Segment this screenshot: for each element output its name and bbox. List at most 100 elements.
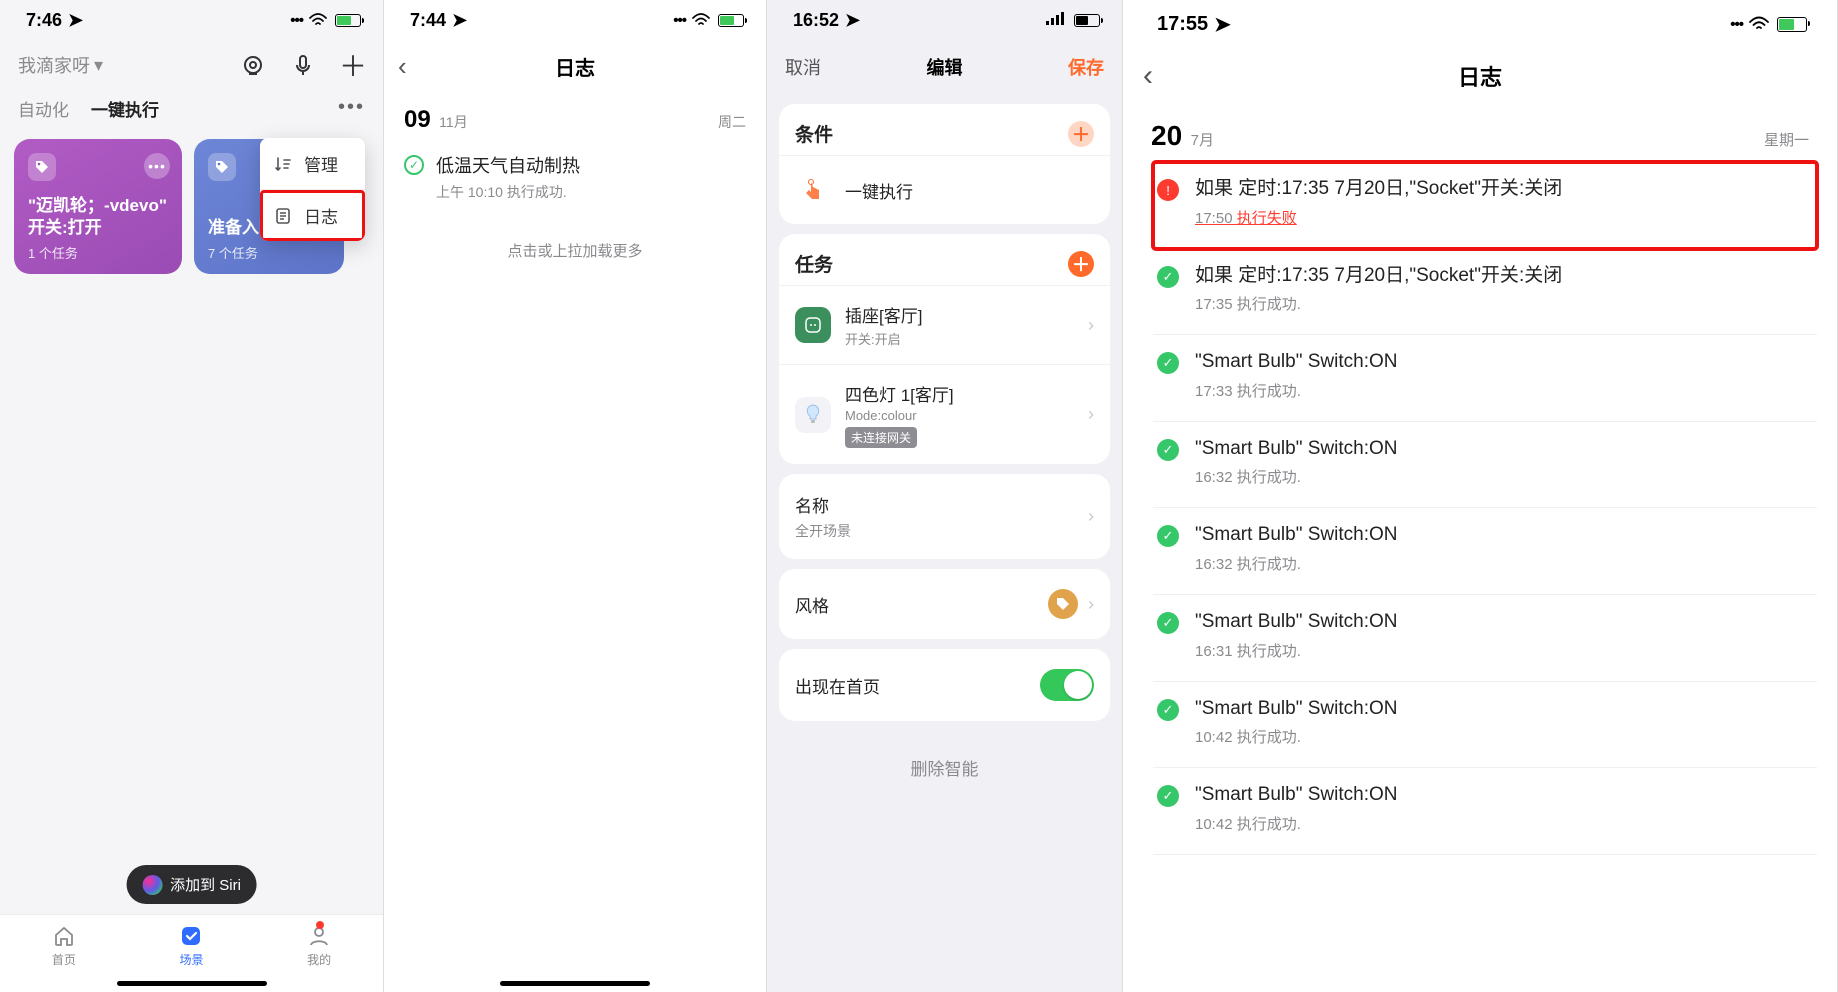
section-title: 条件	[795, 120, 833, 147]
home-select[interactable]: 我滴家呀 ▾	[18, 52, 103, 78]
clock: 7:44	[410, 10, 446, 31]
back-icon[interactable]: ‹	[398, 51, 407, 82]
socket-icon	[795, 307, 831, 343]
back-icon[interactable]: ‹	[1143, 59, 1153, 93]
log-row[interactable]: ✓"Smart Bulb" Switch:ON17:33 执行成功.	[1153, 335, 1817, 422]
add-condition-icon[interactable]: ＋	[1068, 121, 1094, 147]
scene-card-sub: 1 个任务	[28, 243, 168, 262]
delete-button[interactable]: 删除智能	[767, 731, 1122, 804]
mic-icon[interactable]	[291, 53, 315, 77]
status-bar: 17:55 ➤ •••	[1123, 0, 1837, 48]
log-row[interactable]: ✓如果 定时:17:35 7月20日,"Socket"开关:关闭17:35 执行…	[1153, 249, 1817, 336]
status-time: 7:44 ➤	[410, 10, 467, 31]
log-body: "Smart Bulb" Switch:ON16:31 执行成功.	[1195, 609, 1813, 661]
tab-one-tap[interactable]: 一键执行	[91, 96, 159, 121]
tabbar-label: 场景	[179, 951, 203, 968]
log-row[interactable]: ✓"Smart Bulb" Switch:ON10:42 执行成功.	[1153, 768, 1817, 855]
date-day: 20	[1151, 120, 1182, 151]
status-bar: 16:52 ➤	[767, 0, 1122, 40]
tabbar-scene[interactable]: 场景	[178, 923, 204, 968]
save-button[interactable]: 保存	[1068, 54, 1104, 80]
task-body: 插座[客厅] 开关:开启	[845, 302, 1074, 348]
log-title: "Smart Bulb" Switch:ON	[1195, 436, 1813, 463]
log-result: 执行成功.	[1237, 729, 1301, 746]
log-row[interactable]: ✓"Smart Bulb" Switch:ON10:42 执行成功.	[1153, 682, 1817, 769]
task-row[interactable]: 插座[客厅] 开关:开启 ›	[779, 285, 1110, 364]
screen-scenes-home: 7:46 ➤ ••• 我滴家呀 ▾ ＋ 自动化 一键执行 •••	[0, 0, 384, 992]
show-on-home-row: 出现在首页	[779, 649, 1110, 721]
date-left: 20 7月	[1151, 120, 1214, 152]
home-indicator[interactable]	[117, 981, 267, 986]
log-sub: 17:50 执行失败	[1195, 207, 1813, 228]
success-icon: ✓	[1157, 266, 1179, 288]
popover-log[interactable]: 日志	[260, 190, 365, 241]
log-result: 执行成功.	[1237, 383, 1301, 400]
clock: 7:46	[26, 10, 62, 31]
toggle-switch[interactable]	[1040, 669, 1094, 701]
wifi-icon	[1749, 16, 1769, 32]
condition-row[interactable]: 一键执行	[779, 155, 1110, 224]
siri-icon	[142, 875, 162, 895]
tabbar-home[interactable]: 首页	[51, 923, 77, 968]
log-sub: 上午 10:10 执行成功.	[436, 182, 580, 202]
home-select-row: 我滴家呀 ▾ ＋	[0, 40, 383, 86]
name-row[interactable]: 名称 全开场景 ›	[779, 474, 1110, 559]
date-month: 11月	[439, 114, 468, 130]
success-icon: ✓	[1157, 612, 1179, 634]
scene-icon	[178, 923, 204, 949]
log-row[interactable]: !如果 定时:17:35 7月20日,"Socket"开关:关闭17:50 执行…	[1153, 162, 1817, 249]
success-icon: ✓	[1157, 525, 1179, 547]
scene-card[interactable]: ••• "迈凯轮；-vdevo" 开关:打开 1 个任务	[14, 139, 182, 274]
tabbar-me[interactable]: 我的	[306, 923, 332, 968]
date-header: 20 7月 星期一	[1123, 104, 1837, 162]
status-right	[1046, 12, 1100, 29]
log-result: 执行成功.	[1237, 643, 1301, 660]
battery-icon	[718, 14, 744, 27]
card-menu-icon[interactable]: •••	[144, 153, 170, 179]
popover-manage[interactable]: 管理	[260, 138, 365, 190]
log-time: 16:31	[1195, 643, 1237, 660]
camera-icon[interactable]	[241, 53, 265, 77]
log-row[interactable]: ✓ "Smart Bulb" Switch:ON16:32 执行成功.	[1153, 508, 1817, 595]
log-row[interactable]: ✓ "Smart Bulb" Switch:ON16:31 执行成功.	[1153, 595, 1817, 682]
log-body: 低温天气自动制热 上午 10:10 执行成功.	[436, 152, 580, 202]
plus-icon[interactable]: ＋	[341, 53, 365, 77]
chevron-down-icon: ▾	[94, 55, 103, 76]
success-icon: ✓	[1157, 699, 1179, 721]
tab-auto[interactable]: 自动化	[18, 96, 69, 121]
add-task-icon[interactable]: ＋	[1068, 251, 1094, 277]
log-row[interactable]: ✓"Smart Bulb" Switch:ON16:32 执行成功.	[1153, 422, 1817, 509]
chevron-right-icon: ›	[1088, 594, 1094, 615]
log-body: "Smart Bulb" Switch:ON10:42 执行成功.	[1195, 782, 1813, 834]
condition-label: 一键执行	[845, 178, 1094, 203]
log-result: 执行失败	[1237, 210, 1297, 227]
screen-log-list: 17:55 ➤ ••• ‹ 日志 20 7月 星期一 !如果 定时:17:35 …	[1123, 0, 1838, 992]
battery-icon	[1777, 17, 1807, 32]
section-title: 任务	[795, 250, 833, 277]
style-row[interactable]: 风格 ›	[779, 569, 1110, 639]
top-actions: ＋	[241, 53, 365, 77]
log-time: 16:32	[1195, 556, 1237, 573]
clock: 17:55	[1157, 13, 1208, 36]
show-on-home-label: 出现在首页	[795, 673, 880, 698]
log-body: "Smart Bulb" Switch:ON16:32 执行成功.	[1195, 522, 1813, 574]
more-dots-icon[interactable]: •••	[338, 96, 365, 119]
cellular-icon: •••	[673, 12, 686, 29]
task-sub: Mode:colour	[845, 408, 1074, 423]
tag-icon	[208, 153, 236, 181]
status-time: 17:55 ➤	[1157, 12, 1231, 37]
task-row[interactable]: 四色灯 1[客厅] Mode:colour 未连接网关 ›	[779, 364, 1110, 464]
tabbar-label: 我的	[307, 951, 331, 968]
log-title: "Smart Bulb" Switch:ON	[1195, 349, 1813, 376]
log-sub: 17:35 执行成功.	[1195, 293, 1813, 314]
log-row[interactable]: ✓ 低温天气自动制热 上午 10:10 执行成功.	[384, 142, 766, 206]
status-bar: 7:46 ➤ •••	[0, 0, 383, 40]
scene-tabs: 自动化 一键执行 •••	[0, 86, 383, 131]
status-time: 7:46 ➤	[26, 10, 83, 31]
home-indicator[interactable]	[500, 981, 650, 986]
home-select-label: 我滴家呀	[18, 52, 90, 78]
cancel-button[interactable]: 取消	[785, 54, 821, 80]
load-more-hint[interactable]: 点击或上拉加载更多	[384, 240, 766, 261]
tabbar-label: 首页	[52, 951, 76, 968]
siri-pill[interactable]: 添加到 Siri	[126, 865, 257, 904]
